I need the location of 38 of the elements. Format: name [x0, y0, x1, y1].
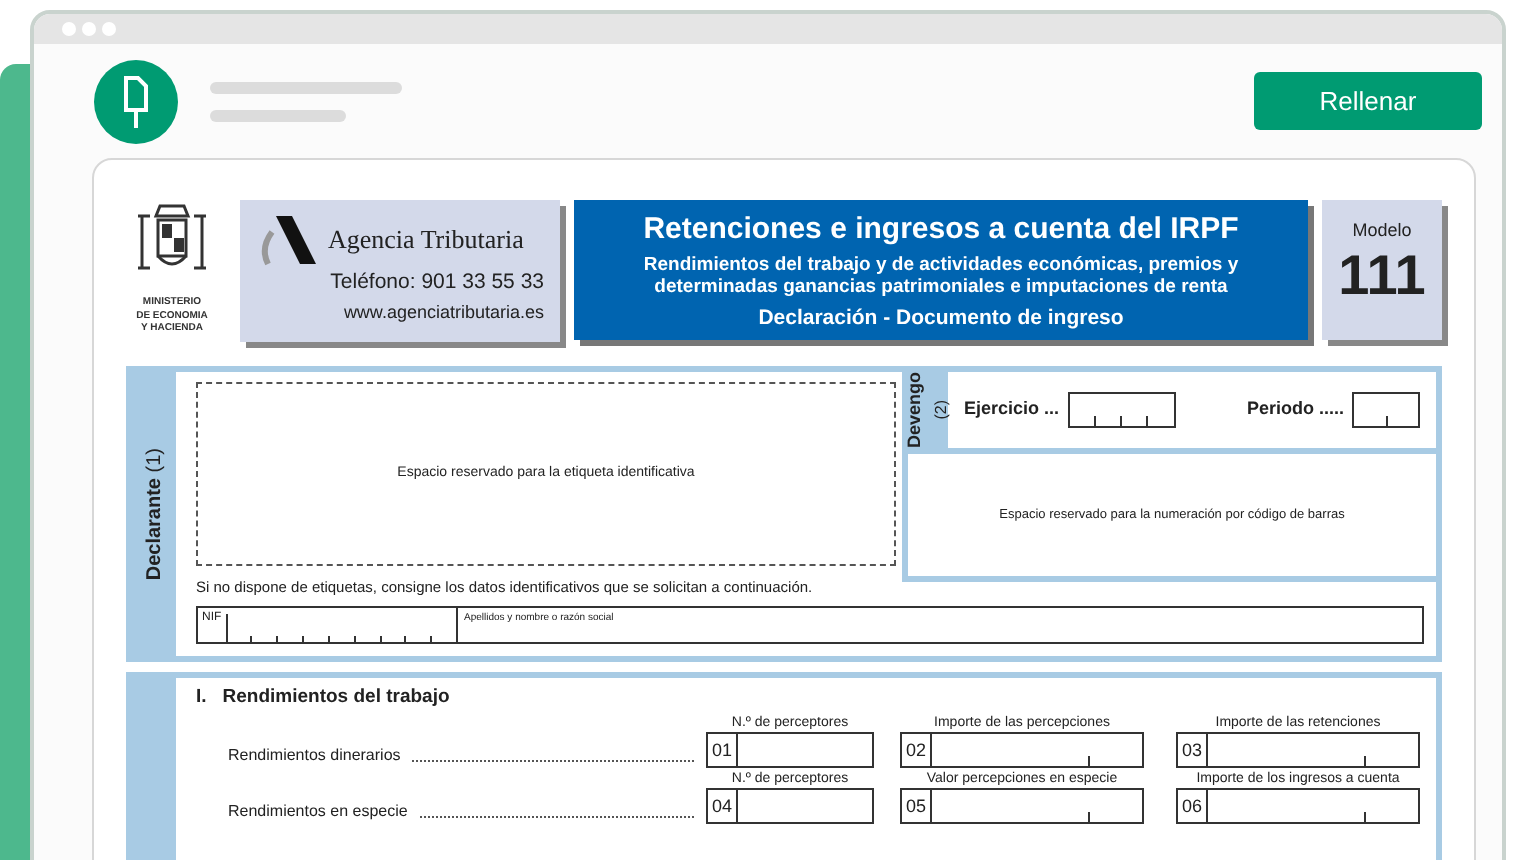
box-number: 05	[902, 790, 933, 823]
fill-button[interactable]: Rellenar	[1254, 72, 1482, 130]
box-number: 04	[708, 790, 739, 823]
period-label: Periodo .....	[1246, 396, 1344, 423]
box-number: 01	[708, 734, 739, 767]
input-field[interactable]: 02	[900, 732, 1144, 769]
row-label: Rendimientos dinerarios	[226, 744, 401, 769]
box-number: 06	[1178, 790, 1209, 823]
row-label: Rendimientos en especie	[226, 800, 408, 825]
placeholder-line	[210, 109, 346, 121]
box-number: 02	[902, 734, 933, 767]
agency-logo-icon	[256, 212, 320, 268]
model-label: Modelo	[1350, 218, 1414, 244]
window-dot-icon	[102, 22, 116, 36]
form-title: Retenciones e ingresos a cuenta del IRPF	[641, 210, 1241, 250]
input-field[interactable]: 06	[1176, 788, 1420, 825]
section-title: Rendimientos del trabajo	[222, 684, 450, 712]
website-text: www.agenciatributaria.es	[341, 299, 544, 326]
section-label: Declarante (1)	[141, 447, 167, 581]
input-field[interactable]: 04	[706, 788, 874, 825]
period-field[interactable]	[1352, 392, 1420, 428]
popsicle-logo-icon	[94, 59, 178, 143]
window-dot-icon	[82, 22, 96, 36]
year-label: Ejercicio ...	[964, 396, 1060, 423]
footnote-mark: (2)	[929, 400, 952, 420]
agency-name: Agencia Tributaria	[328, 222, 524, 259]
input-field[interactable]: 05	[900, 788, 1144, 825]
model-number: 111	[1336, 245, 1428, 305]
window-dot-icon	[62, 22, 76, 36]
document-type-text: Declaración - Documento de ingreso	[756, 303, 1126, 333]
year-field[interactable]	[1067, 392, 1176, 428]
box-number: 03	[1178, 734, 1209, 767]
form-subtitle: Rendimientos del trabajo y de actividades económicas, premios y determinadas ganancias patrimoniales e imputaciones de renta	[641, 253, 1241, 297]
input-field[interactable]: 01	[706, 732, 874, 769]
accrual-label: Devengo	[902, 372, 927, 449]
phone-text: Teléfono: 901 33 55 33	[328, 268, 544, 298]
section-number: I.	[196, 684, 207, 712]
input-field[interactable]: 03	[1176, 732, 1420, 769]
